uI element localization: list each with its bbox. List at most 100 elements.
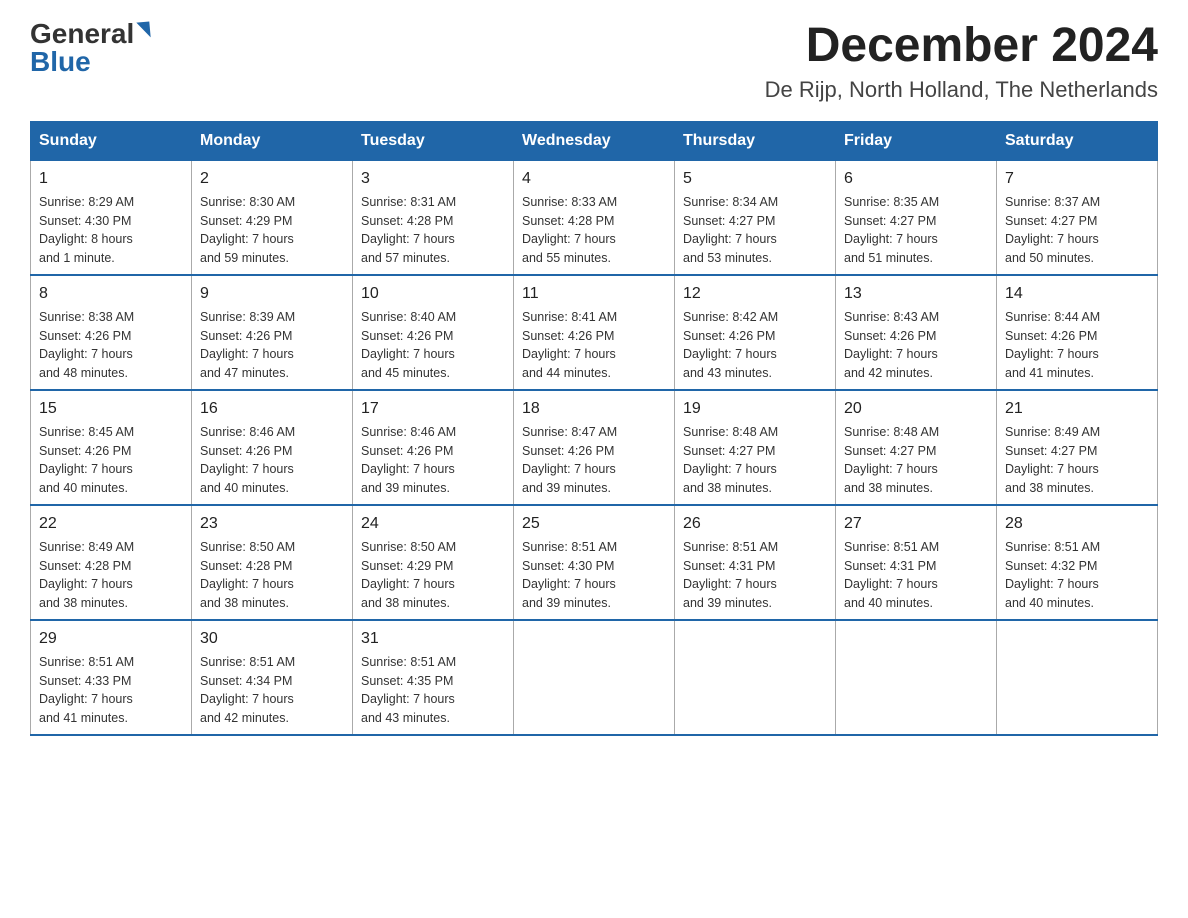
day-info: Sunrise: 8:37 AMSunset: 4:27 PMDaylight:…	[1005, 193, 1149, 268]
day-info: Sunrise: 8:35 AMSunset: 4:27 PMDaylight:…	[844, 193, 988, 268]
day-number: 10	[361, 282, 505, 306]
day-info: Sunrise: 8:51 AMSunset: 4:35 PMDaylight:…	[361, 653, 505, 728]
day-number: 28	[1005, 512, 1149, 536]
day-number: 6	[844, 167, 988, 191]
empty-cell	[675, 620, 836, 735]
day-info: Sunrise: 8:42 AMSunset: 4:26 PMDaylight:…	[683, 308, 827, 383]
day-info: Sunrise: 8:40 AMSunset: 4:26 PMDaylight:…	[361, 308, 505, 383]
day-info: Sunrise: 8:44 AMSunset: 4:26 PMDaylight:…	[1005, 308, 1149, 383]
day-cell-27: 27Sunrise: 8:51 AMSunset: 4:31 PMDayligh…	[836, 505, 997, 620]
day-info: Sunrise: 8:48 AMSunset: 4:27 PMDaylight:…	[683, 423, 827, 498]
day-number: 7	[1005, 167, 1149, 191]
day-number: 9	[200, 282, 344, 306]
day-info: Sunrise: 8:50 AMSunset: 4:29 PMDaylight:…	[361, 538, 505, 613]
day-number: 19	[683, 397, 827, 421]
day-number: 3	[361, 167, 505, 191]
col-header-saturday: Saturday	[997, 121, 1158, 160]
day-number: 29	[39, 627, 183, 651]
day-info: Sunrise: 8:50 AMSunset: 4:28 PMDaylight:…	[200, 538, 344, 613]
day-cell-29: 29Sunrise: 8:51 AMSunset: 4:33 PMDayligh…	[31, 620, 192, 735]
week-row-3: 15Sunrise: 8:45 AMSunset: 4:26 PMDayligh…	[31, 390, 1158, 505]
day-info: Sunrise: 8:46 AMSunset: 4:26 PMDaylight:…	[200, 423, 344, 498]
day-info: Sunrise: 8:51 AMSunset: 4:31 PMDaylight:…	[844, 538, 988, 613]
header: General Blue December 2024 De Rijp, Nort…	[30, 20, 1158, 103]
calendar-table: SundayMondayTuesdayWednesdayThursdayFrid…	[30, 121, 1158, 736]
day-info: Sunrise: 8:34 AMSunset: 4:27 PMDaylight:…	[683, 193, 827, 268]
day-cell-15: 15Sunrise: 8:45 AMSunset: 4:26 PMDayligh…	[31, 390, 192, 505]
day-info: Sunrise: 8:31 AMSunset: 4:28 PMDaylight:…	[361, 193, 505, 268]
day-number: 13	[844, 282, 988, 306]
day-number: 14	[1005, 282, 1149, 306]
col-header-wednesday: Wednesday	[514, 121, 675, 160]
day-cell-21: 21Sunrise: 8:49 AMSunset: 4:27 PMDayligh…	[997, 390, 1158, 505]
day-number: 1	[39, 167, 183, 191]
day-cell-11: 11Sunrise: 8:41 AMSunset: 4:26 PMDayligh…	[514, 275, 675, 390]
day-number: 31	[361, 627, 505, 651]
day-info: Sunrise: 8:51 AMSunset: 4:30 PMDaylight:…	[522, 538, 666, 613]
day-info: Sunrise: 8:39 AMSunset: 4:26 PMDaylight:…	[200, 308, 344, 383]
day-cell-30: 30Sunrise: 8:51 AMSunset: 4:34 PMDayligh…	[192, 620, 353, 735]
col-header-monday: Monday	[192, 121, 353, 160]
logo-general-text: General	[30, 20, 134, 48]
day-cell-10: 10Sunrise: 8:40 AMSunset: 4:26 PMDayligh…	[353, 275, 514, 390]
col-header-thursday: Thursday	[675, 121, 836, 160]
day-info: Sunrise: 8:48 AMSunset: 4:27 PMDaylight:…	[844, 423, 988, 498]
day-number: 23	[200, 512, 344, 536]
day-number: 17	[361, 397, 505, 421]
day-number: 5	[683, 167, 827, 191]
day-info: Sunrise: 8:30 AMSunset: 4:29 PMDaylight:…	[200, 193, 344, 268]
day-cell-20: 20Sunrise: 8:48 AMSunset: 4:27 PMDayligh…	[836, 390, 997, 505]
title-area: December 2024 De Rijp, North Holland, Th…	[765, 20, 1158, 103]
day-cell-3: 3Sunrise: 8:31 AMSunset: 4:28 PMDaylight…	[353, 160, 514, 275]
day-number: 22	[39, 512, 183, 536]
day-number: 26	[683, 512, 827, 536]
logo-blue-text: Blue	[30, 48, 91, 76]
day-cell-28: 28Sunrise: 8:51 AMSunset: 4:32 PMDayligh…	[997, 505, 1158, 620]
week-row-1: 1Sunrise: 8:29 AMSunset: 4:30 PMDaylight…	[31, 160, 1158, 275]
day-number: 24	[361, 512, 505, 536]
empty-cell	[514, 620, 675, 735]
day-cell-12: 12Sunrise: 8:42 AMSunset: 4:26 PMDayligh…	[675, 275, 836, 390]
day-cell-26: 26Sunrise: 8:51 AMSunset: 4:31 PMDayligh…	[675, 505, 836, 620]
day-info: Sunrise: 8:45 AMSunset: 4:26 PMDaylight:…	[39, 423, 183, 498]
day-cell-22: 22Sunrise: 8:49 AMSunset: 4:28 PMDayligh…	[31, 505, 192, 620]
day-info: Sunrise: 8:41 AMSunset: 4:26 PMDaylight:…	[522, 308, 666, 383]
day-cell-2: 2Sunrise: 8:30 AMSunset: 4:29 PMDaylight…	[192, 160, 353, 275]
week-row-4: 22Sunrise: 8:49 AMSunset: 4:28 PMDayligh…	[31, 505, 1158, 620]
day-info: Sunrise: 8:38 AMSunset: 4:26 PMDaylight:…	[39, 308, 183, 383]
month-year-title: December 2024	[765, 20, 1158, 73]
day-info: Sunrise: 8:51 AMSunset: 4:31 PMDaylight:…	[683, 538, 827, 613]
day-info: Sunrise: 8:46 AMSunset: 4:26 PMDaylight:…	[361, 423, 505, 498]
location-subtitle: De Rijp, North Holland, The Netherlands	[765, 77, 1158, 103]
day-info: Sunrise: 8:51 AMSunset: 4:32 PMDaylight:…	[1005, 538, 1149, 613]
day-cell-18: 18Sunrise: 8:47 AMSunset: 4:26 PMDayligh…	[514, 390, 675, 505]
day-number: 12	[683, 282, 827, 306]
day-info: Sunrise: 8:49 AMSunset: 4:28 PMDaylight:…	[39, 538, 183, 613]
day-number: 8	[39, 282, 183, 306]
day-number: 15	[39, 397, 183, 421]
day-number: 11	[522, 282, 666, 306]
day-cell-16: 16Sunrise: 8:46 AMSunset: 4:26 PMDayligh…	[192, 390, 353, 505]
day-cell-25: 25Sunrise: 8:51 AMSunset: 4:30 PMDayligh…	[514, 505, 675, 620]
header-row: SundayMondayTuesdayWednesdayThursdayFrid…	[31, 121, 1158, 160]
day-info: Sunrise: 8:51 AMSunset: 4:33 PMDaylight:…	[39, 653, 183, 728]
day-info: Sunrise: 8:29 AMSunset: 4:30 PMDaylight:…	[39, 193, 183, 268]
day-number: 2	[200, 167, 344, 191]
day-cell-17: 17Sunrise: 8:46 AMSunset: 4:26 PMDayligh…	[353, 390, 514, 505]
col-header-tuesday: Tuesday	[353, 121, 514, 160]
logo-arrow-icon	[137, 21, 151, 38]
day-info: Sunrise: 8:49 AMSunset: 4:27 PMDaylight:…	[1005, 423, 1149, 498]
day-cell-6: 6Sunrise: 8:35 AMSunset: 4:27 PMDaylight…	[836, 160, 997, 275]
day-number: 16	[200, 397, 344, 421]
logo: General Blue	[30, 20, 150, 76]
day-cell-9: 9Sunrise: 8:39 AMSunset: 4:26 PMDaylight…	[192, 275, 353, 390]
day-cell-1: 1Sunrise: 8:29 AMSunset: 4:30 PMDaylight…	[31, 160, 192, 275]
day-number: 20	[844, 397, 988, 421]
day-cell-13: 13Sunrise: 8:43 AMSunset: 4:26 PMDayligh…	[836, 275, 997, 390]
day-info: Sunrise: 8:47 AMSunset: 4:26 PMDaylight:…	[522, 423, 666, 498]
day-cell-19: 19Sunrise: 8:48 AMSunset: 4:27 PMDayligh…	[675, 390, 836, 505]
day-cell-5: 5Sunrise: 8:34 AMSunset: 4:27 PMDaylight…	[675, 160, 836, 275]
day-number: 4	[522, 167, 666, 191]
col-header-friday: Friday	[836, 121, 997, 160]
week-row-5: 29Sunrise: 8:51 AMSunset: 4:33 PMDayligh…	[31, 620, 1158, 735]
